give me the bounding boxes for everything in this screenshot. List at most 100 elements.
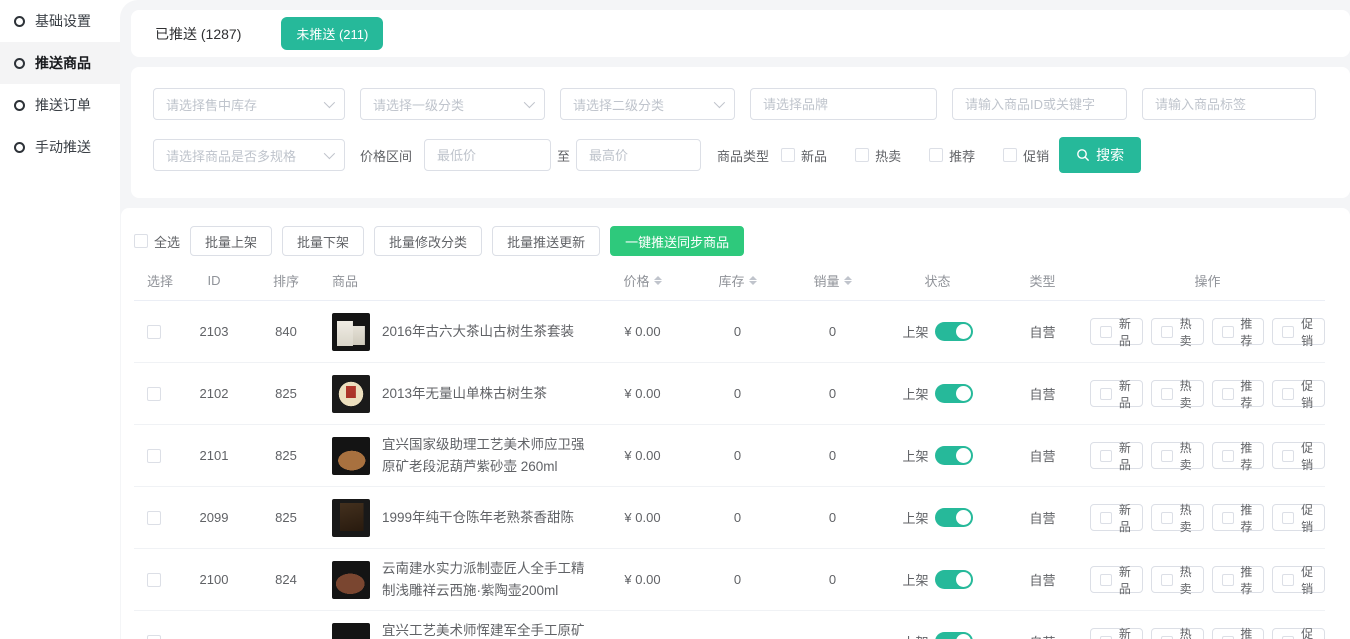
category1-select[interactable]: 请选择一级分类 <box>360 88 545 120</box>
op-checkbox[interactable] <box>1282 388 1294 400</box>
row-checkbox[interactable] <box>147 387 161 401</box>
op-button-new[interactable]: 新品 <box>1090 566 1143 593</box>
op-checkbox[interactable] <box>1100 574 1112 586</box>
status-toggle[interactable] <box>935 632 973 639</box>
op-checkbox[interactable] <box>1161 574 1173 586</box>
op-button-promo[interactable]: 促销 <box>1272 504 1325 531</box>
op-button-hot[interactable]: 热卖 <box>1151 318 1204 345</box>
op-button-new[interactable]: 新品 <box>1090 318 1143 345</box>
op-checkbox[interactable] <box>1161 388 1173 400</box>
op-checkbox[interactable] <box>1100 326 1112 338</box>
op-label: 热卖 <box>1178 439 1194 473</box>
op-checkbox[interactable] <box>1100 450 1112 462</box>
type-checkbox-promo[interactable]: 促销 <box>1003 146 1049 165</box>
op-checkbox[interactable] <box>1100 636 1112 639</box>
table-body: 2103 840 2016年古六大茶山古树生茶套装 ¥ 0.00 0 0 上架 … <box>134 301 1325 639</box>
checkbox-icon[interactable] <box>781 148 795 162</box>
op-checkbox[interactable] <box>1282 326 1294 338</box>
sidebar-item-label: 推送商品 <box>35 53 91 73</box>
brand-input[interactable] <box>750 88 937 120</box>
op-checkbox[interactable] <box>1100 512 1112 524</box>
row-checkbox[interactable] <box>147 635 161 639</box>
status-toggle[interactable] <box>935 322 973 341</box>
row-checkbox[interactable] <box>147 573 161 587</box>
batch-push-update-button[interactable]: 批量推送更新 <box>492 226 600 256</box>
op-button-promo[interactable]: 促销 <box>1272 380 1325 407</box>
type-checkbox-new[interactable]: 新品 <box>781 146 827 165</box>
min-price-input[interactable] <box>424 139 551 171</box>
multispec-select[interactable]: 请选择商品是否多规格 <box>153 139 345 171</box>
op-button-recommend[interactable]: 推荐 <box>1212 318 1265 345</box>
op-button-new[interactable]: 新品 <box>1090 504 1143 531</box>
checkbox-icon[interactable] <box>1003 148 1017 162</box>
sales-sort-control[interactable] <box>844 276 852 285</box>
checkbox-icon[interactable] <box>134 234 148 248</box>
tab-pushed[interactable]: 已推送 (1287) <box>155 24 241 44</box>
op-button-promo[interactable]: 促销 <box>1272 318 1325 345</box>
op-button-hot[interactable]: 热卖 <box>1151 504 1204 531</box>
op-checkbox[interactable] <box>1282 574 1294 586</box>
op-checkbox[interactable] <box>1161 636 1173 639</box>
op-button-promo[interactable]: 促销 <box>1272 628 1325 639</box>
op-button-hot[interactable]: 热卖 <box>1151 442 1204 469</box>
op-button-new[interactable]: 新品 <box>1090 380 1143 407</box>
op-button-new[interactable]: 新品 <box>1090 442 1143 469</box>
type-checkbox-recommend[interactable]: 推荐 <box>929 146 975 165</box>
tab-unpushed[interactable]: 未推送 (211) <box>281 17 383 50</box>
op-button-hot[interactable]: 热卖 <box>1151 628 1204 639</box>
max-price-input[interactable] <box>576 139 701 171</box>
op-checkbox[interactable] <box>1222 512 1234 524</box>
op-button-recommend[interactable]: 推荐 <box>1212 380 1265 407</box>
batch-edit-category-button[interactable]: 批量修改分类 <box>374 226 482 256</box>
op-button-hot[interactable]: 热卖 <box>1151 566 1204 593</box>
status-toggle[interactable] <box>935 446 973 465</box>
op-button-promo[interactable]: 促销 <box>1272 566 1325 593</box>
keyword-input[interactable] <box>952 88 1127 120</box>
sync-push-button[interactable]: 一键推送同步商品 <box>610 226 744 256</box>
row-checkbox[interactable] <box>147 449 161 463</box>
row-checkbox[interactable] <box>147 511 161 525</box>
sidebar-item-push-products[interactable]: 推送商品 <box>0 42 120 84</box>
op-button-hot[interactable]: 热卖 <box>1151 380 1204 407</box>
tag-input[interactable] <box>1142 88 1316 120</box>
op-button-recommend[interactable]: 推荐 <box>1212 504 1265 531</box>
op-checkbox[interactable] <box>1222 450 1234 462</box>
search-button[interactable]: 搜索 <box>1059 137 1141 173</box>
stock-sort-control[interactable] <box>749 276 757 285</box>
batch-on-shelf-button[interactable]: 批量上架 <box>190 226 272 256</box>
op-checkbox[interactable] <box>1222 388 1234 400</box>
sidebar-item-push-orders[interactable]: 推送订单 <box>0 84 120 126</box>
op-checkbox[interactable] <box>1282 636 1294 639</box>
toggle-knob <box>956 448 971 463</box>
op-checkbox[interactable] <box>1100 388 1112 400</box>
op-button-recommend[interactable]: 推荐 <box>1212 442 1265 469</box>
op-button-new[interactable]: 新品 <box>1090 628 1143 639</box>
price-sort-control[interactable] <box>654 276 662 285</box>
select-all-checkbox[interactable]: 全选 <box>134 232 180 251</box>
batch-off-shelf-button[interactable]: 批量下架 <box>282 226 364 256</box>
stock-select[interactable]: 请选择售中库存 <box>153 88 345 120</box>
op-checkbox[interactable] <box>1161 450 1173 462</box>
op-checkbox[interactable] <box>1222 574 1234 586</box>
row-checkbox[interactable] <box>147 325 161 339</box>
status-toggle[interactable] <box>935 384 973 403</box>
op-checkbox[interactable] <box>1282 450 1294 462</box>
checkbox-icon[interactable] <box>855 148 869 162</box>
op-button-promo[interactable]: 促销 <box>1272 442 1325 469</box>
checkbox-icon[interactable] <box>929 148 943 162</box>
op-checkbox[interactable] <box>1161 326 1173 338</box>
op-checkbox[interactable] <box>1161 512 1173 524</box>
status-toggle[interactable] <box>935 508 973 527</box>
filter-row-1: 请选择售中库存 请选择一级分类 请选择二级分类 <box>153 88 1328 120</box>
category2-select[interactable]: 请选择二级分类 <box>560 88 735 120</box>
op-checkbox[interactable] <box>1222 326 1234 338</box>
sidebar-item-manual-push[interactable]: 手动推送 <box>0 126 120 168</box>
op-checkbox[interactable] <box>1222 636 1234 639</box>
sidebar-item-basic-settings[interactable]: 基础设置 <box>0 0 120 42</box>
op-button-recommend[interactable]: 推荐 <box>1212 566 1265 593</box>
product-sales: 0 <box>785 448 880 463</box>
op-button-recommend[interactable]: 推荐 <box>1212 628 1265 639</box>
status-toggle[interactable] <box>935 570 973 589</box>
type-checkbox-hot[interactable]: 热卖 <box>855 146 901 165</box>
op-checkbox[interactable] <box>1282 512 1294 524</box>
